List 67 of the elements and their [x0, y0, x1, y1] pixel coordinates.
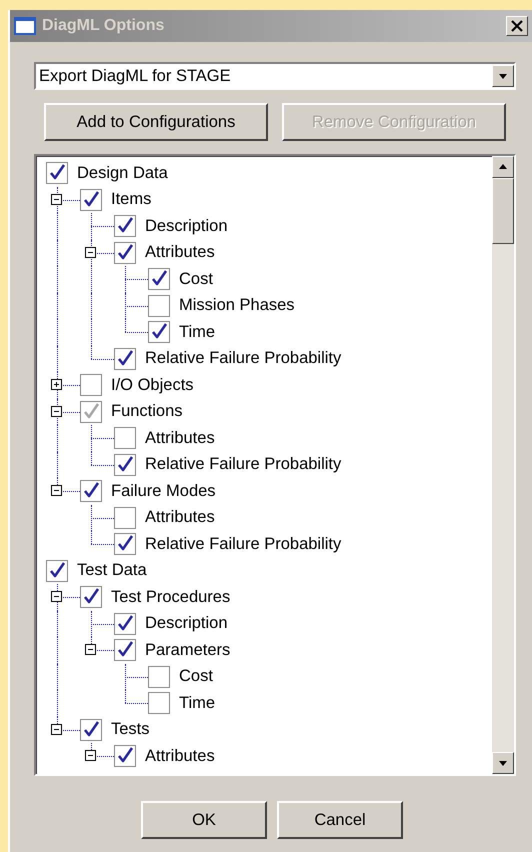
checkbox[interactable]	[114, 348, 136, 370]
collapse-toggle-icon[interactable]	[85, 644, 96, 656]
scrollbar-thumb[interactable]	[492, 178, 514, 244]
collapse-toggle-icon[interactable]	[51, 724, 62, 735]
checkbox[interactable]	[46, 162, 68, 184]
tree-item[interactable]: Description	[145, 216, 228, 236]
checkbox[interactable]	[114, 639, 136, 662]
checkbox[interactable]	[148, 294, 170, 317]
checkbox[interactable]	[80, 400, 102, 423]
tree-item[interactable]: Attributes	[145, 746, 215, 766]
tree-item[interactable]: Relative Failure Probability	[145, 349, 342, 368]
caret-icon	[492, 65, 514, 87]
tree-item[interactable]: Items	[111, 190, 152, 210]
tree-item[interactable]: Time	[179, 694, 216, 713]
tree-item[interactable]: Test Data	[77, 561, 147, 580]
checkbox[interactable]	[114, 506, 136, 529]
checkbox[interactable]	[114, 242, 136, 264]
tree-item[interactable]: Attributes	[145, 428, 215, 448]
checkbox[interactable]	[46, 560, 68, 582]
collapse-toggle-icon[interactable]	[51, 406, 62, 417]
checkbox[interactable]	[148, 692, 170, 714]
checkbox[interactable]	[148, 268, 170, 290]
checkbox[interactable]	[114, 215, 136, 238]
tree-item[interactable]: Mission Phases	[179, 296, 295, 316]
collapse-toggle-icon[interactable]	[51, 591, 62, 602]
checkbox[interactable]	[114, 533, 136, 556]
tree-item[interactable]: Design Data	[77, 164, 168, 183]
checkbox[interactable]	[80, 188, 102, 211]
window-icon	[14, 17, 36, 35]
tree-item[interactable]: Attributes	[145, 508, 215, 528]
tree-item[interactable]: Tests	[111, 720, 150, 740]
collapse-toggle-icon[interactable]	[51, 194, 62, 205]
collapse-toggle-icon[interactable]	[85, 246, 96, 258]
tree-item[interactable]: I/O Objects	[111, 376, 194, 395]
close-icon	[511, 20, 523, 32]
checkbox[interactable]	[148, 666, 170, 688]
expand-toggle-icon[interactable]	[51, 379, 62, 390]
tree-item[interactable]: Cost	[179, 667, 213, 686]
tree-item[interactable]: Relative Failure Probability	[145, 534, 342, 554]
collapse-toggle-icon[interactable]	[51, 485, 62, 496]
tree-item[interactable]: Test Procedures	[111, 588, 230, 607]
tree-item[interactable]: Failure Modes	[111, 482, 216, 501]
checkbox[interactable]	[80, 374, 102, 396]
ok-button[interactable]: OK	[141, 801, 267, 839]
window-title: DiagML Options	[42, 17, 166, 35]
checkbox[interactable]	[114, 454, 136, 476]
checkbox[interactable]	[148, 321, 170, 344]
close-button[interactable]	[506, 16, 528, 36]
checkbox[interactable]	[80, 586, 102, 608]
tree-item[interactable]: Attributes	[145, 243, 215, 262]
tree-item[interactable]: Time	[179, 322, 216, 342]
checkbox[interactable]	[114, 612, 136, 635]
checkbox[interactable]	[114, 745, 136, 768]
tree-item[interactable]: Relative Failure Probability	[145, 455, 342, 474]
tree-item[interactable]: Cost	[179, 270, 213, 289]
checkbox[interactable]	[80, 718, 102, 741]
cancel-button[interactable]: Cancel	[277, 801, 403, 839]
tree-item[interactable]: Functions	[111, 402, 183, 422]
checkbox[interactable]	[114, 427, 136, 450]
scroll-down-button[interactable]	[492, 752, 514, 774]
tree-item[interactable]: Parameters	[145, 640, 230, 660]
add-configuration-button[interactable]: Add to Configurations	[44, 103, 268, 141]
collapse-toggle-icon[interactable]	[85, 750, 96, 762]
tree-item[interactable]: Description	[145, 614, 228, 634]
checkbox[interactable]	[80, 480, 102, 502]
configuration-dropdown[interactable]: Export DiagML for STAGE	[34, 62, 516, 90]
scroll-up-button[interactable]	[492, 156, 514, 178]
